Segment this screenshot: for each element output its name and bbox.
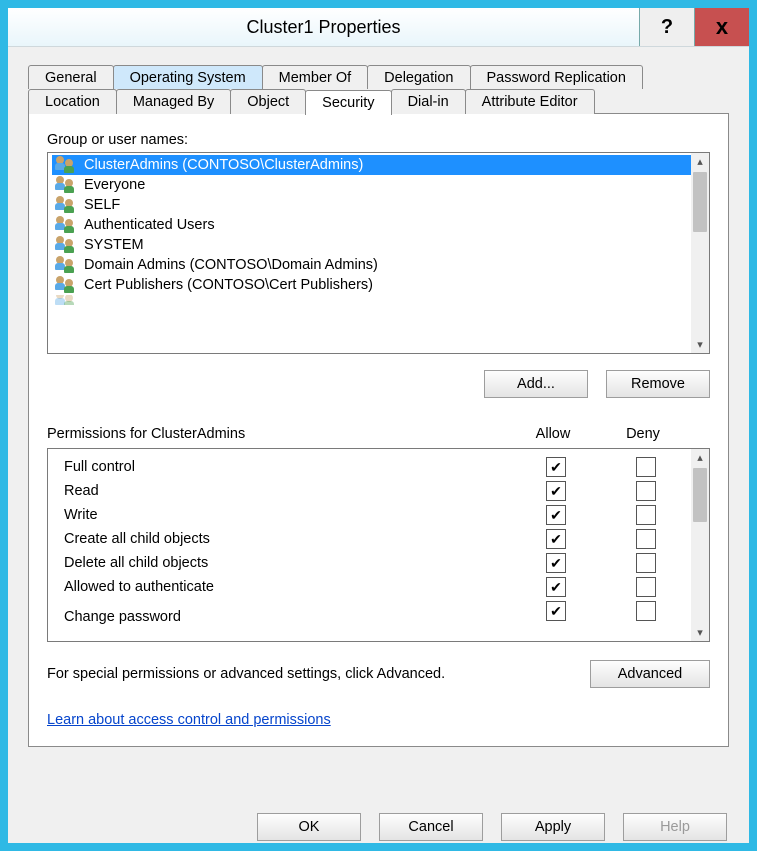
tab-operating-system[interactable]: Operating System <box>113 65 263 89</box>
title-help-button[interactable]: ? <box>639 8 694 46</box>
group-row[interactable]: Domain Admins (CONTOSO\Domain Admins) <box>52 255 709 275</box>
permission-row: Full control <box>48 455 709 479</box>
advanced-button[interactable]: Advanced <box>590 660 710 688</box>
group-icon <box>56 295 78 305</box>
group-listbox[interactable]: ClusterAdmins (CONTOSO\ClusterAdmins) Eve… <box>47 152 710 354</box>
permission-row: Allowed to authenticate <box>48 575 709 599</box>
title-bar: Cluster1 Properties ? x <box>8 8 749 47</box>
permission-name: Full control <box>64 459 511 475</box>
group-name: SYSTEM <box>84 237 144 253</box>
permission-row: Change password <box>48 599 709 623</box>
permission-row: Read <box>48 479 709 503</box>
group-name: Everyone <box>84 177 145 193</box>
window-title: Cluster1 Properties <box>8 8 639 46</box>
scroll-thumb[interactable] <box>693 172 707 232</box>
deny-checkbox[interactable] <box>636 577 656 597</box>
apply-button[interactable]: Apply <box>501 813 605 841</box>
deny-checkbox[interactable] <box>636 505 656 525</box>
group-name: SELF <box>84 197 120 213</box>
group-icon <box>56 216 78 234</box>
group-name: Domain Admins (CONTOSO\Domain Admins) <box>84 257 378 273</box>
tab-member-of[interactable]: Member Of <box>262 65 369 89</box>
group-icon <box>56 276 78 294</box>
allow-checkbox[interactable] <box>546 481 566 501</box>
group-name: Authenticated Users <box>84 217 215 233</box>
scroll-down-icon[interactable]: ▾ <box>697 338 703 351</box>
deny-checkbox[interactable] <box>636 481 656 501</box>
group-icon <box>56 236 78 254</box>
tab-general[interactable]: General <box>28 65 114 89</box>
tab-managed-by[interactable]: Managed By <box>116 89 231 114</box>
group-row[interactable]: Cert Publishers (CONTOSO\Cert Publishers… <box>52 275 709 295</box>
tab-security[interactable]: Security <box>305 90 391 115</box>
tab-location[interactable]: Location <box>28 89 117 114</box>
group-row[interactable] <box>52 295 709 305</box>
allow-checkbox[interactable] <box>546 505 566 525</box>
deny-checkbox[interactable] <box>636 553 656 573</box>
group-list-scrollbar[interactable]: ▴ ▾ <box>691 153 709 353</box>
allow-checkbox[interactable] <box>546 577 566 597</box>
permissions-scrollbar[interactable]: ▴ ▾ <box>691 449 709 641</box>
permission-name: Change password <box>64 609 511 625</box>
tab-strip: GeneralOperating SystemMember OfDelegati… <box>28 65 729 747</box>
title-close-button[interactable]: x <box>694 8 749 46</box>
group-row[interactable]: SYSTEM <box>52 235 709 255</box>
properties-dialog: Cluster1 Properties ? x GeneralOperating… <box>0 0 757 851</box>
column-allow: Allow <box>508 426 598 442</box>
tab-row-1: GeneralOperating SystemMember OfDelegati… <box>28 65 729 89</box>
cancel-button[interactable]: Cancel <box>379 813 483 841</box>
advanced-message: For special permissions or advanced sett… <box>47 666 574 682</box>
column-deny: Deny <box>598 426 688 442</box>
permission-row: Create all child objects <box>48 527 709 551</box>
scroll-up-icon[interactable]: ▴ <box>697 451 703 464</box>
scroll-down-icon[interactable]: ▾ <box>697 626 703 639</box>
permission-row: Delete all child objects <box>48 551 709 575</box>
client-area: GeneralOperating SystemMember OfDelegati… <box>8 47 749 801</box>
tab-row-2: LocationManaged ByObjectSecurityDial-inA… <box>28 89 729 114</box>
permissions-header: Permissions for ClusterAdmins Allow Deny <box>47 426 710 442</box>
group-name: Cert Publishers (CONTOSO\Cert Publishers… <box>84 277 373 293</box>
ok-button[interactable]: OK <box>257 813 361 841</box>
remove-button[interactable]: Remove <box>606 370 710 398</box>
tab-delegation[interactable]: Delegation <box>367 65 470 89</box>
tab-attribute-editor[interactable]: Attribute Editor <box>465 89 595 114</box>
permission-name: Delete all child objects <box>64 555 511 571</box>
group-name: ClusterAdmins (CONTOSO\ClusterAdmins) <box>84 157 363 173</box>
permissions-grid[interactable]: Full control Read Write Create all child ob… <box>47 448 710 642</box>
permission-name: Allowed to authenticate <box>64 579 511 595</box>
allow-checkbox[interactable] <box>546 529 566 549</box>
permission-name: Read <box>64 483 511 499</box>
permissions-for-label: Permissions for ClusterAdmins <box>47 426 508 442</box>
deny-checkbox[interactable] <box>636 601 656 621</box>
group-row[interactable]: Authenticated Users <box>52 215 709 235</box>
add-button[interactable]: Add... <box>484 370 588 398</box>
tab-password-replication[interactable]: Password Replication <box>470 65 643 89</box>
dialog-buttons: OK Cancel Apply Help <box>8 801 749 843</box>
tab-panel-security: Group or user names: ClusterAdmins (CONT… <box>28 113 729 747</box>
group-row[interactable]: ClusterAdmins (CONTOSO\ClusterAdmins) <box>52 155 709 175</box>
allow-checkbox[interactable] <box>546 457 566 477</box>
allow-checkbox[interactable] <box>546 553 566 573</box>
permission-name: Create all child objects <box>64 531 511 547</box>
allow-checkbox[interactable] <box>546 601 566 621</box>
tab-object[interactable]: Object <box>230 89 306 114</box>
permission-name: Write <box>64 507 511 523</box>
group-icon <box>56 256 78 274</box>
deny-checkbox[interactable] <box>636 457 656 477</box>
scroll-up-icon[interactable]: ▴ <box>697 155 703 168</box>
permission-row: Write <box>48 503 709 527</box>
scroll-thumb[interactable] <box>693 468 707 522</box>
group-icon <box>56 156 78 174</box>
help-link[interactable]: Learn about access control and permissio… <box>47 712 710 728</box>
group-list-label: Group or user names: <box>47 132 710 148</box>
tab-dial-in[interactable]: Dial-in <box>391 89 466 114</box>
group-icon <box>56 196 78 214</box>
group-row[interactable]: Everyone <box>52 175 709 195</box>
group-icon <box>56 176 78 194</box>
deny-checkbox[interactable] <box>636 529 656 549</box>
group-row[interactable]: SELF <box>52 195 709 215</box>
help-button[interactable]: Help <box>623 813 727 841</box>
